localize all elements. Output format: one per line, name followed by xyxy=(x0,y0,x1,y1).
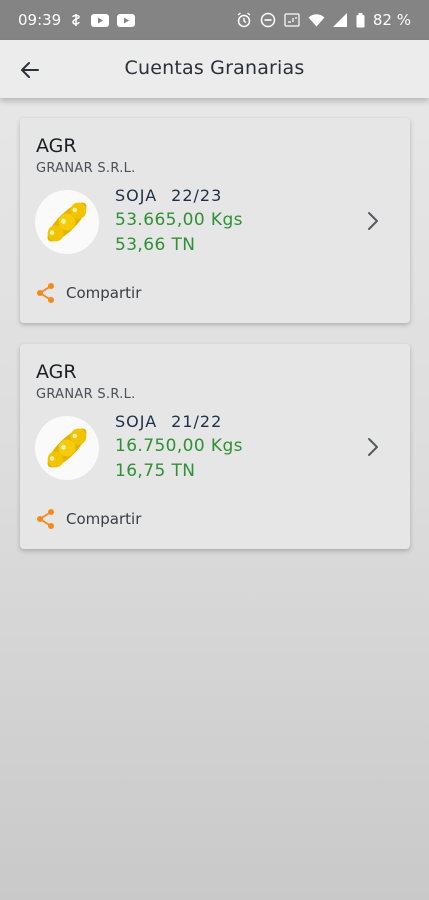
alarm-icon xyxy=(236,12,252,28)
app-bar: Cuentas Granarias xyxy=(0,40,429,98)
share-label: Compartir xyxy=(66,284,142,302)
crop-season: SOJA 21/22 xyxy=(115,412,236,431)
status-bar-right: 82 % xyxy=(236,11,411,29)
account-name: AGR xyxy=(36,361,77,383)
share-button[interactable]: Compartir xyxy=(36,282,141,304)
youtube-icon xyxy=(117,13,136,27)
wifi-icon xyxy=(308,13,325,27)
youtube-icon xyxy=(91,13,110,27)
soybean-pod-icon xyxy=(35,190,99,254)
crop-campaign: 21/22 xyxy=(171,412,223,431)
status-bar-left: 09:39 xyxy=(18,11,136,29)
soybean-pod-icon xyxy=(35,416,99,480)
company-name: GRANAR S.R.L. xyxy=(36,161,136,176)
battery-percent: 82 % xyxy=(372,11,411,29)
amount-tn: 53,66 TN xyxy=(115,235,196,255)
grain-account-card[interactable]: AGR GRANAR S.R.L. SOJA 22/23 53.665,00 Kg… xyxy=(20,118,410,323)
do-not-disturb-icon xyxy=(260,12,276,28)
crop-name: SOJA xyxy=(115,186,158,205)
share-button[interactable]: Compartir xyxy=(36,508,141,530)
page-title: Cuentas Granarias xyxy=(124,57,305,79)
amount-kgs: 16.750,00 Kgs xyxy=(115,436,243,456)
crop-campaign: 22/23 xyxy=(171,186,223,205)
battery-icon xyxy=(356,12,365,28)
status-bar: 09:39 82 % xyxy=(0,0,429,40)
share-icon xyxy=(37,509,54,529)
amount-kgs: 53.665,00 Kgs xyxy=(115,210,243,230)
sync-icon xyxy=(69,13,83,27)
status-time: 09:39 xyxy=(18,11,62,29)
share-label: Compartir xyxy=(66,510,142,528)
account-name: AGR xyxy=(36,135,77,157)
chevron-right-icon[interactable] xyxy=(363,209,383,233)
company-name: GRANAR S.R.L. xyxy=(36,387,136,402)
amount-tn: 16,75 TN xyxy=(115,461,196,481)
network-type-icon xyxy=(284,13,300,27)
crop-season: SOJA 22/23 xyxy=(115,186,236,205)
grain-account-card[interactable]: AGR GRANAR S.R.L. SOJA 21/22 16.750,00 Kg… xyxy=(20,344,410,549)
chevron-right-icon[interactable] xyxy=(363,435,383,459)
crop-name: SOJA xyxy=(115,412,158,431)
cell-signal-icon xyxy=(332,13,348,27)
share-icon xyxy=(37,283,54,303)
